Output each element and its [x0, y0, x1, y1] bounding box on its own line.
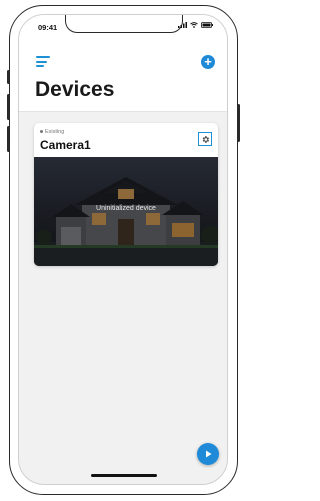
camera-preview[interactable]: Uninitialized device [34, 157, 218, 266]
mute-switch [7, 70, 10, 84]
wifi-icon [190, 22, 198, 28]
device-settings-button[interactable] [198, 132, 212, 146]
play-icon [206, 450, 212, 458]
signal-icon [178, 22, 187, 28]
gear-icon [202, 135, 209, 143]
volume-up-button [7, 94, 10, 120]
volume-down-button [7, 126, 10, 152]
preview-status-text: Uninitialized device [96, 205, 156, 212]
page-title: Devices [35, 78, 115, 101]
app-screen: 09:41 + Devices Existing Camera1 Uniniti… [18, 14, 228, 485]
device-card[interactable]: Existing Camera1 Uninitialized device [34, 123, 218, 266]
device-name: Camera1 [40, 138, 91, 152]
play-button[interactable] [197, 443, 219, 465]
status-time: 09:41 [38, 23, 58, 32]
hamburger-menu-icon [36, 56, 50, 58]
plus-circle-icon: + [204, 54, 212, 69]
phone-frame: 09:41 + Devices Existing Camera1 Uniniti… [9, 5, 238, 495]
status-icons [178, 22, 213, 28]
power-button [237, 104, 240, 142]
device-card-header: Existing Camera1 [34, 123, 218, 157]
device-state-label: Existing [45, 129, 65, 135]
battery-icon [201, 22, 213, 28]
state-dot [40, 130, 43, 134]
app-header: 09:41 + Devices [19, 15, 227, 112]
menu-button[interactable] [36, 56, 50, 67]
add-device-button[interactable]: + [201, 55, 215, 69]
notch [65, 15, 183, 33]
device-state: Existing [40, 129, 64, 135]
home-indicator[interactable] [91, 474, 157, 477]
